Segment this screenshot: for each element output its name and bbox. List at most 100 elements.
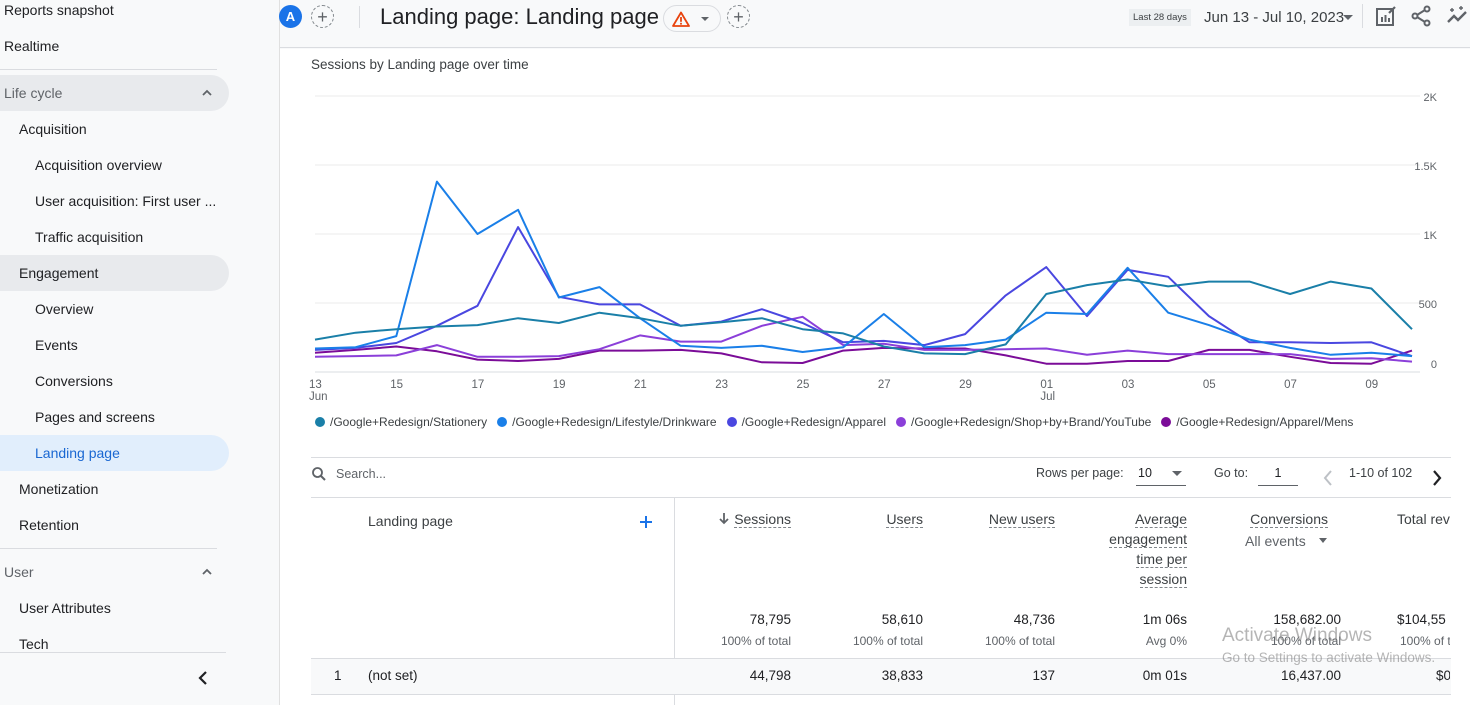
rows-per-page-select[interactable]: 10 xyxy=(1136,462,1186,486)
goto-label: Go to: xyxy=(1214,466,1249,480)
total-sessions-sub: 100% of total xyxy=(720,634,791,648)
total-users: 58,610 xyxy=(881,612,923,627)
legend-label: /Google+Redesign/Shop+by+Brand/YouTube xyxy=(911,415,1152,429)
nav-label: Traffic acquisition xyxy=(35,229,144,245)
goto-page-input[interactable]: 1 xyxy=(1258,462,1298,486)
nav-label: Engagement xyxy=(19,265,99,281)
divider xyxy=(1362,4,1363,28)
search-icon xyxy=(312,467,326,481)
conversions-event-filter[interactable]: All events xyxy=(1245,533,1328,549)
x-tick-sublabel: Jul xyxy=(1040,391,1055,403)
divider xyxy=(311,497,1451,498)
nav-label: Pages and screens xyxy=(35,409,155,425)
total-new-users: 48,736 xyxy=(1013,612,1055,627)
total-revenue-sub: 100% of t xyxy=(1400,634,1450,648)
goto-value: 1 xyxy=(1274,466,1282,480)
chevron-up-icon[interactable] xyxy=(200,86,214,100)
next-page-icon[interactable] xyxy=(1431,469,1443,487)
total-users-sub: 100% of total xyxy=(852,634,923,648)
x-tick-label: 13 xyxy=(309,379,322,391)
customize-report-icon[interactable] xyxy=(1375,5,1397,27)
x-tick-label: 21 xyxy=(634,379,647,391)
comparison-avatar[interactable]: A xyxy=(279,5,302,28)
x-tick-label: 27 xyxy=(878,379,891,391)
nav-label: Life cycle xyxy=(4,85,63,101)
share-icon[interactable] xyxy=(1411,5,1433,27)
insights-icon[interactable] xyxy=(1446,5,1468,27)
sidebar-item-events[interactable]: Events xyxy=(0,327,78,363)
sidebar-item-user-attributes[interactable]: User Attributes xyxy=(0,590,111,626)
nav-label: Overview xyxy=(35,301,94,317)
row-dimension-link[interactable]: (not set) xyxy=(368,668,418,683)
legend-label: /Google+Redesign/Apparel/Mens xyxy=(1176,415,1354,429)
column-header-sessions[interactable]: Sessions xyxy=(700,511,791,528)
sidebar-item-acquisition-overview[interactable]: Acquisition overview xyxy=(0,147,162,183)
caret-down-icon[interactable] xyxy=(1343,15,1353,20)
legend-item[interactable]: /Google+Redesign/Lifestyle/Drinkware xyxy=(497,415,717,429)
sidebar-item-reports-snapshot[interactable]: Reports snapshot xyxy=(0,0,114,28)
sidebar-item-realtime[interactable]: Realtime xyxy=(0,28,59,64)
sidebar-item-conversions[interactable]: Conversions xyxy=(0,363,113,399)
sessions-line-chart: 0 500 1K 1.5K 2K 13Jun 15 17 19 21 23 25 27 29 01Jul 03… xyxy=(309,92,1438,403)
row-conversions: 16,437.00 xyxy=(1280,668,1341,683)
y-tick-label: 0 xyxy=(1431,359,1437,371)
filter-label: All events xyxy=(1245,533,1306,549)
legend-dot-icon xyxy=(726,417,737,427)
page-title: Landing page: Landing page xyxy=(380,4,659,29)
row-avg-engagement: 0m 01s xyxy=(1142,668,1187,683)
add-dimension-icon[interactable] xyxy=(639,515,653,529)
sidebar-item-pages-and-screens[interactable]: Pages and screens xyxy=(0,399,155,435)
legend-item[interactable]: /Google+Redesign/Apparel xyxy=(726,415,886,429)
data-quality-chip[interactable] xyxy=(663,5,721,32)
column-header-new-users[interactable]: New users xyxy=(950,511,1055,528)
total-sessions: 78,795 xyxy=(749,612,791,627)
nav-label: Landing page xyxy=(35,445,120,461)
sidebar-item-acquisition[interactable]: Acquisition xyxy=(0,111,87,147)
caret-down-icon xyxy=(1172,471,1182,476)
chevron-up-icon[interactable] xyxy=(200,565,214,579)
date-range-picker[interactable]: Jun 13 - Jul 10, 2023 xyxy=(1204,9,1344,26)
add-filter-button[interactable]: + xyxy=(727,5,750,28)
legend-item[interactable]: /Google+Redesign/Apparel/Mens xyxy=(1161,415,1353,429)
legend-item[interactable]: /Google+Redesign/Shop+by+Brand/YouTube xyxy=(896,415,1151,429)
legend-item[interactable]: /Google+Redesign/Stationery xyxy=(315,415,487,429)
row-users: 38,833 xyxy=(881,668,923,683)
nav-label: Acquisition overview xyxy=(35,157,162,173)
series-line xyxy=(314,278,1413,356)
pagination-range: 1-10 of 102 xyxy=(1349,466,1413,480)
x-tick-label: 05 xyxy=(1203,379,1216,391)
legend-label: /Google+Redesign/Apparel xyxy=(741,415,886,429)
column-header-avg-engagement-time[interactable]: Average engagement time per session xyxy=(1080,509,1187,589)
column-header-total-revenue[interactable]: Total rev xyxy=(1397,511,1450,527)
activation-watermark-title: Activate Windows xyxy=(1222,625,1372,646)
column-header-users[interactable]: Users xyxy=(830,511,923,528)
sidebar-item-monetization[interactable]: Monetization xyxy=(0,471,98,507)
sidebar-item-retention[interactable]: Retention xyxy=(0,507,79,543)
section-life-cycle[interactable]: Life cycle xyxy=(0,75,62,111)
add-comparison-button[interactable]: + xyxy=(311,5,334,28)
chart-title: Sessions by Landing page over time xyxy=(311,57,529,72)
section-user[interactable]: User xyxy=(0,554,34,590)
sidebar-item-traffic-acquisition[interactable]: Traffic acquisition xyxy=(0,219,143,255)
sidebar-item-landing-page[interactable]: Landing page xyxy=(0,435,120,471)
header-label: Average xyxy=(1135,511,1187,528)
column-header-landing-page[interactable]: Landing page xyxy=(368,513,453,529)
y-tick-label: 2K xyxy=(1424,92,1438,104)
table-search[interactable]: Search... xyxy=(311,466,386,482)
warning-icon xyxy=(672,11,690,27)
divider xyxy=(359,6,360,28)
collapse-sidebar-icon[interactable] xyxy=(193,668,213,688)
sidebar-item-user-acquisition[interactable]: User acquisition: First user ... xyxy=(0,183,216,219)
column-header-conversions[interactable]: Conversions xyxy=(1220,511,1328,528)
search-input[interactable]: Search... xyxy=(336,467,386,481)
previous-page-icon[interactable] xyxy=(1322,469,1334,487)
sidebar-item-tech[interactable]: Tech xyxy=(0,626,49,662)
x-tick-label: 15 xyxy=(390,379,403,391)
sidebar-item-engagement[interactable]: Engagement xyxy=(0,255,98,291)
row-revenue: $0 xyxy=(1436,668,1450,683)
header-label: New users xyxy=(988,511,1055,528)
total-revenue: $104,55 xyxy=(1397,612,1446,627)
divider xyxy=(311,457,1451,458)
sidebar-item-overview[interactable]: Overview xyxy=(0,291,93,327)
legend-dot-icon xyxy=(315,417,325,427)
